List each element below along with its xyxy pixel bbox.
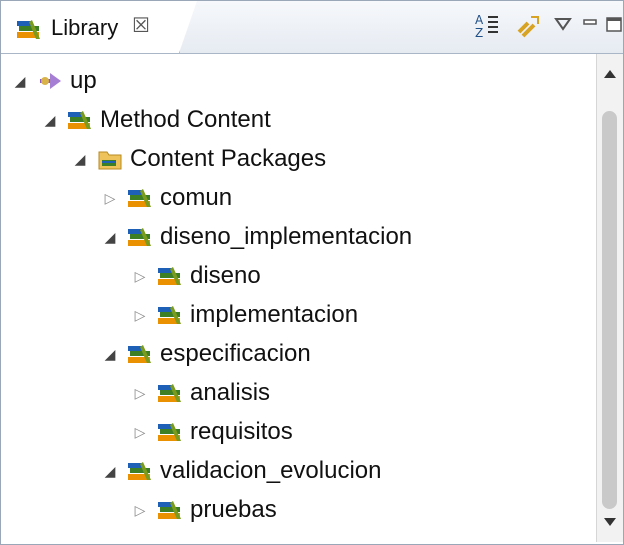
folder-icon	[97, 147, 123, 171]
tab-title: Library	[51, 15, 119, 40]
collapsed-icon[interactable]: ▷	[131, 502, 149, 519]
collapsed-icon[interactable]: ▷	[101, 190, 119, 207]
svg-text:Z: Z	[475, 26, 483, 39]
library-icon	[127, 459, 153, 483]
library-icon	[127, 225, 153, 249]
maximize-icon[interactable]	[605, 13, 623, 39]
tree-item[interactable]: ▷ comun	[101, 179, 232, 217]
scroll-down-icon[interactable]	[604, 518, 616, 526]
library-icon	[127, 342, 153, 366]
tree-item-label: validacion_evolucion	[160, 457, 382, 484]
library-icon	[157, 498, 183, 522]
view-menu-icon[interactable]	[554, 13, 572, 39]
library-icon	[127, 186, 153, 210]
tree-item[interactable]: ◢ diseno_implementacion	[101, 218, 413, 256]
scroll-up-icon[interactable]	[604, 70, 616, 78]
tree-item[interactable]: ▷ implementacion	[131, 296, 358, 334]
sort-icon[interactable]: AZ	[475, 13, 499, 45]
tree-item[interactable]: ▷ diseno	[131, 257, 261, 295]
expanded-icon[interactable]: ◢	[41, 112, 59, 129]
collapsed-icon[interactable]: ▷	[131, 424, 149, 441]
tree-item-label: Content Packages	[130, 145, 327, 172]
tree-item-label: Method Content	[100, 106, 271, 133]
tree-item-label: diseno_implementacion	[160, 223, 413, 250]
tree-item[interactable]: ▷ requisitos	[131, 413, 293, 451]
tree-item[interactable]: ▷ analisis	[131, 374, 270, 412]
tree-item-label: analisis	[190, 379, 271, 406]
tree-item-label: especificacion	[160, 340, 311, 367]
collapsed-icon[interactable]: ▷	[131, 385, 149, 402]
tree-item[interactable]: ◢ Content Packages	[71, 140, 327, 178]
library-icon	[157, 303, 183, 327]
link-editor-icon[interactable]	[514, 13, 540, 45]
tree-item-label: requisitos	[190, 418, 293, 445]
plugin-icon	[37, 69, 63, 93]
library-icon	[67, 108, 93, 132]
collapsed-icon[interactable]: ▷	[131, 307, 149, 324]
tree-item-label: implementacion	[190, 301, 359, 328]
tree-item[interactable]: ◢ especificacion	[101, 335, 311, 373]
tree-item[interactable]: ▷ pruebas	[131, 491, 277, 529]
collapsed-icon[interactable]: ▷	[131, 268, 149, 285]
tree-item-label: up	[70, 67, 97, 94]
library-tree[interactable]: ◢ up ◢ Method Content ◢ Content Packages ▷ comu…	[1, 54, 597, 542]
tree-item-label: comun	[160, 184, 233, 211]
library-icon	[157, 381, 183, 405]
library-icon	[157, 264, 183, 288]
minimize-icon[interactable]	[581, 13, 599, 39]
library-icon	[15, 18, 43, 47]
close-icon[interactable]: ☒	[132, 13, 150, 38]
vertical-scrollbar[interactable]	[596, 54, 623, 542]
svg-text:A: A	[475, 13, 484, 27]
view-tabbar: Library ☒ AZ	[1, 1, 623, 54]
tree-item-label: diseno	[190, 262, 261, 289]
expanded-icon[interactable]: ◢	[71, 151, 89, 168]
expanded-icon[interactable]: ◢	[11, 73, 29, 90]
tree-item[interactable]: ◢ up	[11, 62, 97, 100]
library-icon	[157, 420, 183, 444]
tree-item[interactable]: ◢ Method Content	[41, 101, 271, 139]
tree-item[interactable]: ◢ validacion_evolucion	[101, 452, 382, 490]
scrollbar-thumb[interactable]	[602, 111, 617, 509]
tree-item-label: pruebas	[190, 496, 277, 523]
expanded-icon[interactable]: ◢	[101, 463, 119, 480]
library-tab[interactable]: Library ☒	[1, 1, 197, 53]
library-view: Library ☒ AZ ◢ up ◢ Method Content ◢ Content …	[0, 0, 624, 545]
expanded-icon[interactable]: ◢	[101, 229, 119, 246]
expanded-icon[interactable]: ◢	[101, 346, 119, 363]
